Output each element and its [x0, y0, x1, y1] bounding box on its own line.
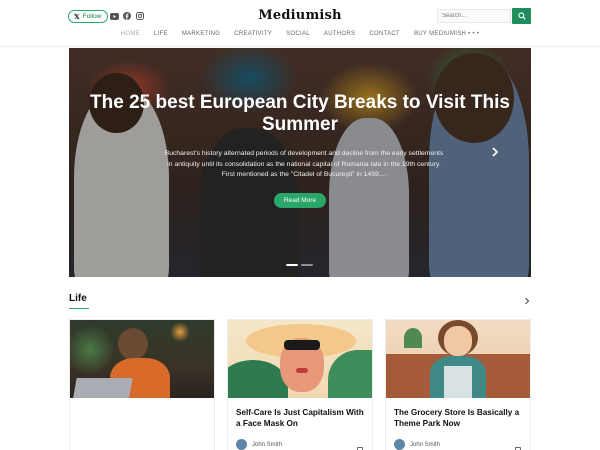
slider-next-button[interactable]: [489, 146, 501, 158]
nav-item-life[interactable]: LIFE: [154, 31, 168, 41]
search-button[interactable]: [512, 8, 531, 24]
bookmark-icon[interactable]: [356, 446, 364, 450]
search-icon: [517, 12, 526, 20]
read-more-button[interactable]: Read More: [274, 193, 326, 208]
article-card[interactable]: The Grocery Store Is Basically a Theme P…: [385, 319, 531, 450]
nav-item-creativity[interactable]: CREATIVITY: [234, 31, 272, 41]
nav-item-social[interactable]: SOCIAL: [286, 31, 310, 41]
main-nav: HOME LIFE MARKETING CREATIVITY SOCIAL AU…: [0, 31, 600, 41]
chevron-right-icon: [492, 147, 499, 157]
article-title[interactable]: The Grocery Store Is Basically a Theme P…: [394, 407, 526, 429]
slider-dot[interactable]: [301, 264, 313, 266]
hero-title[interactable]: The 25 best European City Breaks to Visi…: [69, 92, 531, 136]
author-name[interactable]: John Smith: [410, 442, 440, 448]
hero-description: Bucharest's history alternated periods o…: [164, 150, 444, 178]
article-card[interactable]: Self-Care Is Just Capitalism With a Face…: [227, 319, 373, 450]
bookmark-icon[interactable]: [514, 446, 522, 450]
article-author[interactable]: John Smith: [394, 439, 440, 450]
more-dots-icon: • • •: [468, 31, 480, 37]
section-underline: [69, 308, 89, 309]
nav-divider: [0, 46, 600, 47]
nav-item-contact[interactable]: CONTACT: [369, 31, 400, 41]
slider-dots: [286, 264, 313, 266]
article-title[interactable]: Self-Care Is Just Capitalism With a Face…: [236, 407, 368, 429]
article-author[interactable]: John Smith: [236, 439, 282, 450]
section-title[interactable]: Life: [69, 293, 87, 304]
chevron-right-icon: [525, 297, 530, 305]
slider-dot[interactable]: [286, 264, 298, 266]
nav-item-home[interactable]: HOME: [121, 31, 140, 41]
section-next-button[interactable]: [522, 296, 532, 306]
article-image[interactable]: [228, 320, 372, 398]
nav-item-marketing[interactable]: MARKETING: [182, 31, 220, 41]
article-card[interactable]: [69, 319, 215, 450]
article-image[interactable]: [386, 320, 530, 398]
nav-item-authors[interactable]: AUTHORS: [324, 31, 355, 41]
avatar[interactable]: [394, 439, 405, 450]
nav-item-buy-mediumish[interactable]: BUY MEDIUMISH • • •: [414, 31, 479, 41]
hero-slider: The 25 best European City Breaks to Visi…: [69, 48, 531, 277]
article-image[interactable]: [70, 320, 214, 398]
author-name[interactable]: John Smith: [252, 442, 282, 448]
top-bar: 𝕏 Follow Mediumish: [0, 0, 600, 32]
avatar[interactable]: [236, 439, 247, 450]
search-input[interactable]: [437, 9, 511, 23]
